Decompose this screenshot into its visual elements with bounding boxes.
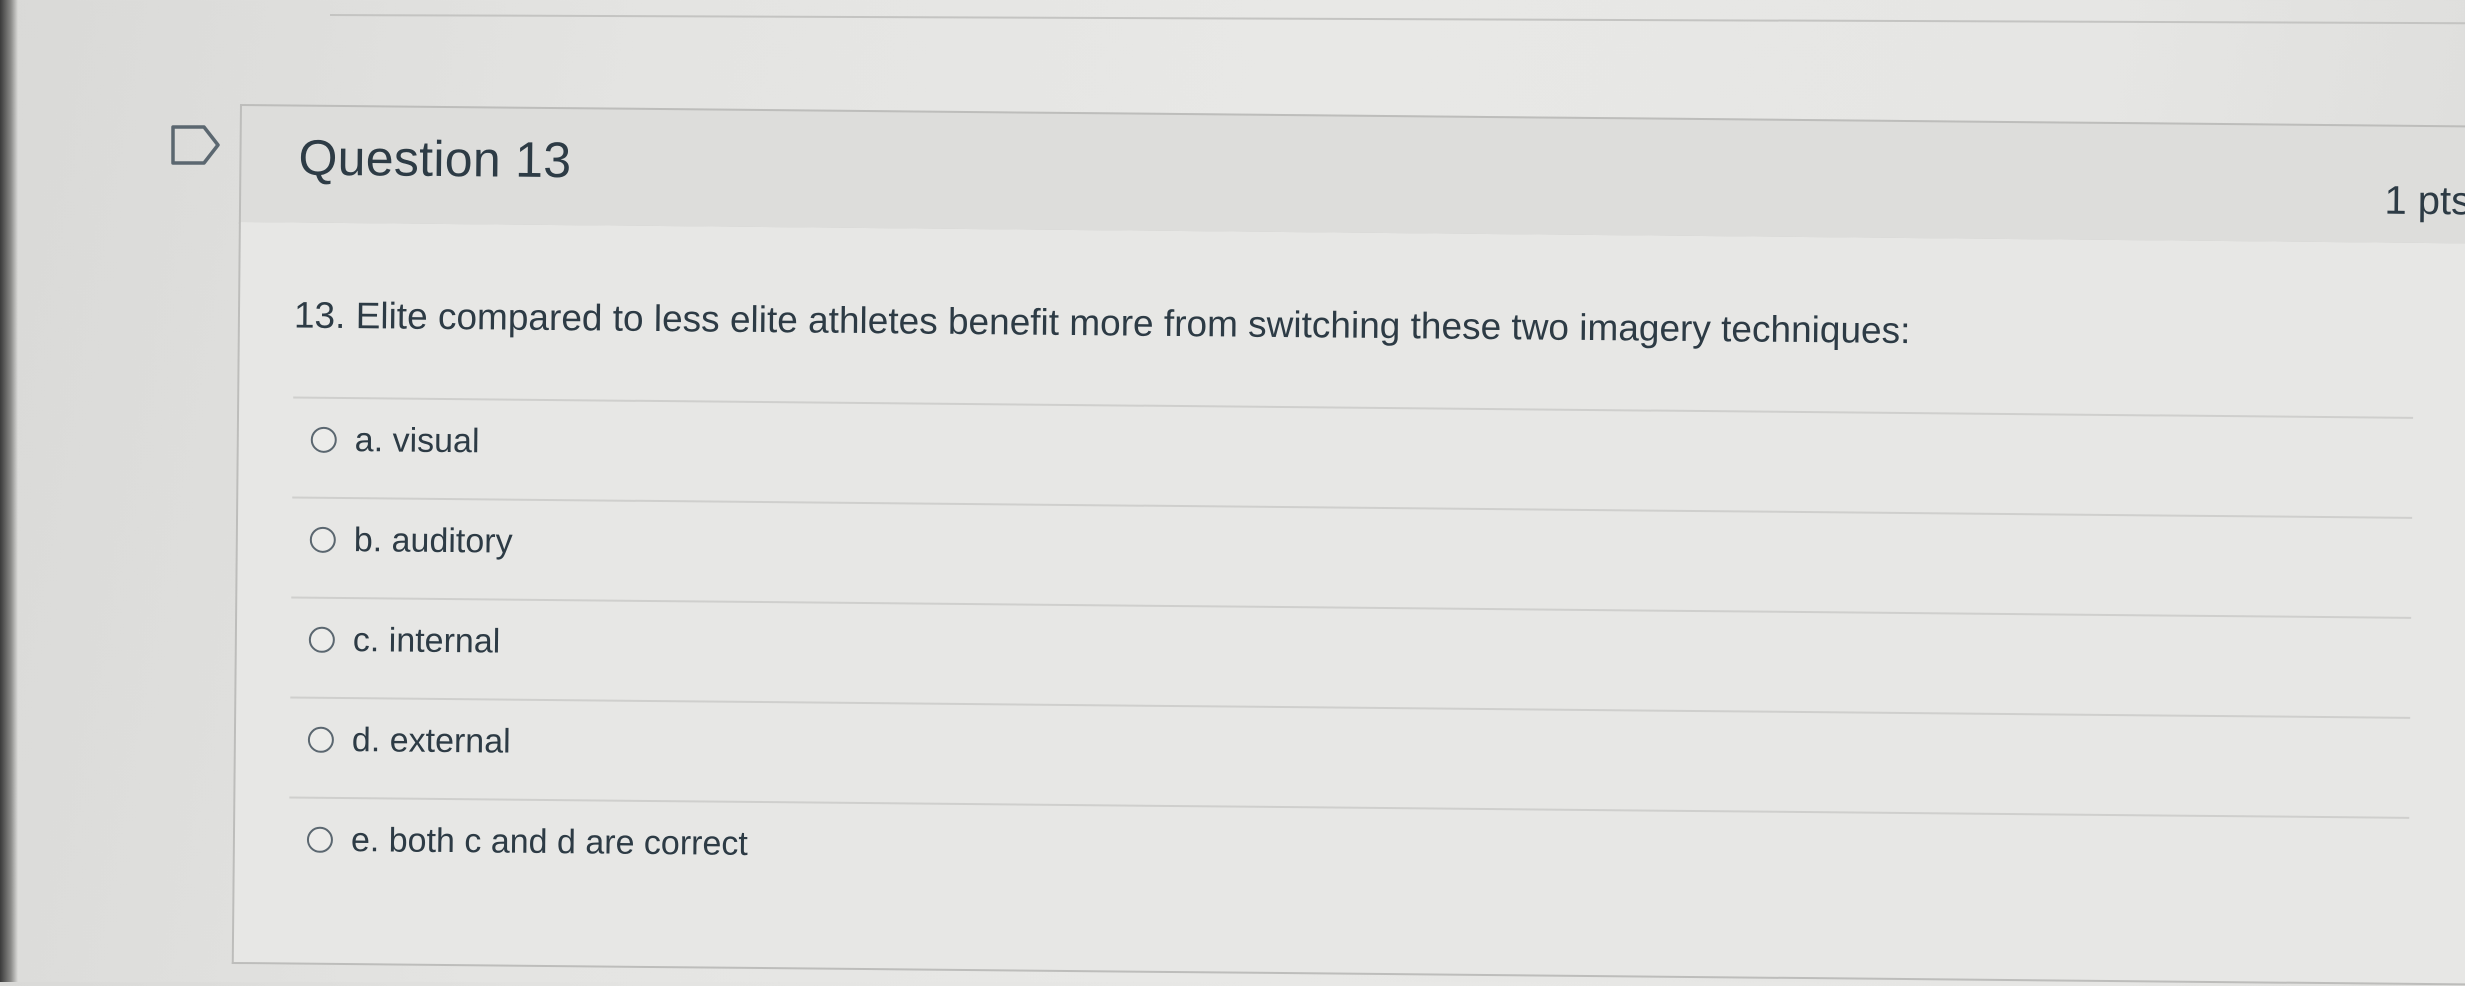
screen-edge-shadow [0,0,18,982]
previous-question-border [329,14,2465,25]
radio-button-b[interactable] [309,526,336,553]
answer-list: a. visual b. auditory c. internal d. ext… [288,396,2414,917]
question-body: 13. Elite compared to less elite athlete… [231,221,2465,986]
answer-label-d[interactable]: d. external [352,721,511,762]
question-text: 13. Elite compared to less elite athlete… [293,294,1911,352]
answer-label-e[interactable]: e. both c and d are correct [351,821,748,864]
answer-label-b[interactable]: b. auditory [354,521,513,562]
radio-button-c[interactable] [308,626,335,653]
flag-icon[interactable] [170,124,222,166]
question-card: Question 13 1 pts 13. Elite compared to … [231,104,2465,986]
answer-label-a[interactable]: a. visual [355,421,480,461]
radio-button-a[interactable] [310,426,337,453]
answer-label-c[interactable]: c. internal [353,621,501,661]
question-points: 1 pts [2384,178,2465,224]
answer-option-e[interactable]: e. both c and d are correct [288,796,2410,917]
radio-button-d[interactable] [307,726,335,753]
radio-button-e[interactable] [306,826,334,853]
question-title: Question 13 [298,129,572,189]
